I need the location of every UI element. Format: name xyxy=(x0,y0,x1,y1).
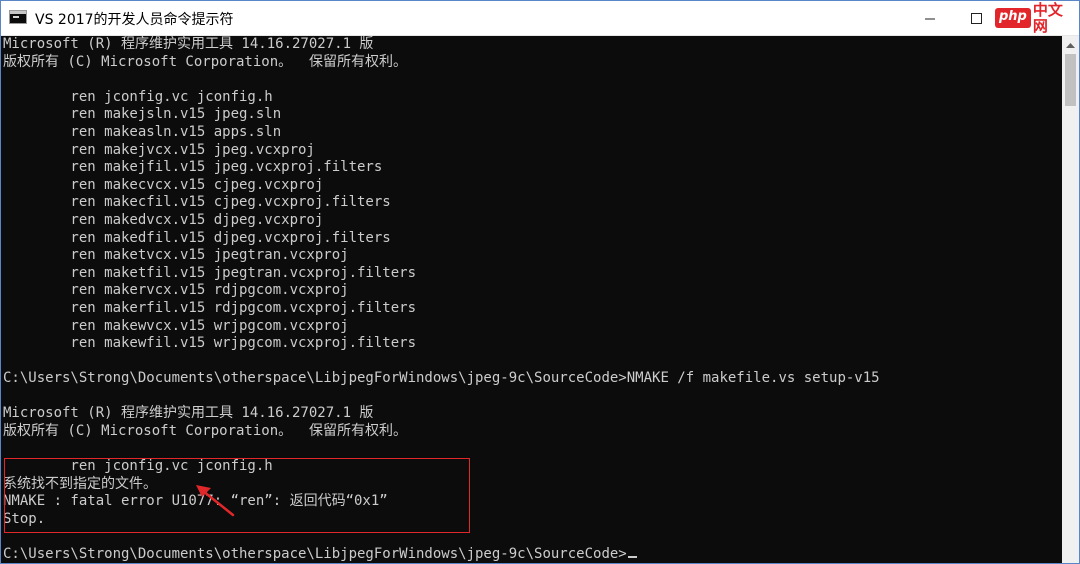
console-line: ren maketvcx.v15 jpegtran.vcxproj xyxy=(3,247,349,264)
console-line: 版权所有 (C) Microsoft Corporation。 保留所有权利。 xyxy=(3,53,408,70)
minimize-icon xyxy=(924,18,935,19)
console-app-icon[interactable] xyxy=(9,10,27,24)
text-cursor xyxy=(627,556,637,559)
watermark-badge: php xyxy=(995,8,1031,28)
vertical-scrollbar[interactable] xyxy=(1062,36,1079,563)
scroll-up-button[interactable] xyxy=(1062,36,1079,53)
scroll-up-arrow-icon xyxy=(1066,42,1075,48)
console-line: ren makedfil.v15 djpeg.vcxproj.filters xyxy=(3,229,391,246)
minimize-button[interactable] xyxy=(907,1,953,35)
console-line: 版权所有 (C) Microsoft Corporation。 保留所有权利。 xyxy=(3,423,408,440)
console-line: Stop. xyxy=(3,511,46,528)
php-watermark-logo: php 中文网 xyxy=(995,1,1077,35)
console-line: NMAKE : fatal error U1077: “ren”: 返回代码“0… xyxy=(3,493,388,510)
window-title: VS 2017的开发人员命令提示符 xyxy=(35,12,234,28)
console-line: ren makerfil.v15 rdjpgcom.vcxproj.filter… xyxy=(3,299,417,316)
console-line: C:\Users\Strong\Documents\otherspace\Lib… xyxy=(3,546,627,563)
console-line: ren makervcx.v15 rdjpgcom.vcxproj xyxy=(3,282,349,299)
console-line: Microsoft (R) 程序维护实用工具 14.16.27027.1 版 xyxy=(3,405,374,422)
maximize-icon xyxy=(970,12,982,24)
console-line: ren makewvcx.v15 wrjpgcom.vcxproj xyxy=(3,317,349,334)
console-window: VS 2017的开发人员命令提示符 php 中文网 Microsoft (R) … xyxy=(0,0,1080,564)
console-line: ren makejfil.v15 jpeg.vcxproj.filters xyxy=(3,159,383,176)
watermark-text: 中文网 xyxy=(1032,1,1063,35)
title-bar[interactable]: VS 2017的开发人员命令提示符 php 中文网 xyxy=(1,1,1079,36)
console-line: ren makeasln.v15 apps.sln xyxy=(3,123,282,140)
console-line: ren makejvcx.v15 jpeg.vcxproj xyxy=(3,141,315,158)
scrollbar-thumb[interactable] xyxy=(1065,54,1076,106)
console-line: ren makewfil.v15 wrjpgcom.vcxproj.filter… xyxy=(3,335,417,352)
console-line: 系统找不到指定的文件。 xyxy=(3,475,157,492)
console-output[interactable]: Microsoft (R) 程序维护实用工具 14.16.27027.1 版 版… xyxy=(1,36,1062,563)
maximize-button[interactable] xyxy=(953,1,999,35)
console-line: ren maketfil.v15 jpegtran.vcxproj.filter… xyxy=(3,264,417,281)
console-line: ren makecvcx.v15 cjpeg.vcxproj xyxy=(3,176,324,193)
console-line: C:\Users\Strong\Documents\otherspace\Lib… xyxy=(3,370,880,387)
console-text: Microsoft (R) 程序维护实用工具 14.16.27027.1 版 版… xyxy=(1,36,1062,563)
console-line: ren makecfil.v15 cjpeg.vcxproj.filters xyxy=(3,194,391,211)
console-line: Microsoft (R) 程序维护实用工具 14.16.27027.1 版 xyxy=(3,36,374,52)
console-line: ren makejsln.v15 jpeg.sln xyxy=(3,106,282,123)
console-line: ren makedvcx.v15 djpeg.vcxproj xyxy=(3,211,324,228)
console-line: ren jconfig.vc jconfig.h xyxy=(3,458,273,475)
console-line: ren jconfig.vc jconfig.h xyxy=(3,88,273,105)
